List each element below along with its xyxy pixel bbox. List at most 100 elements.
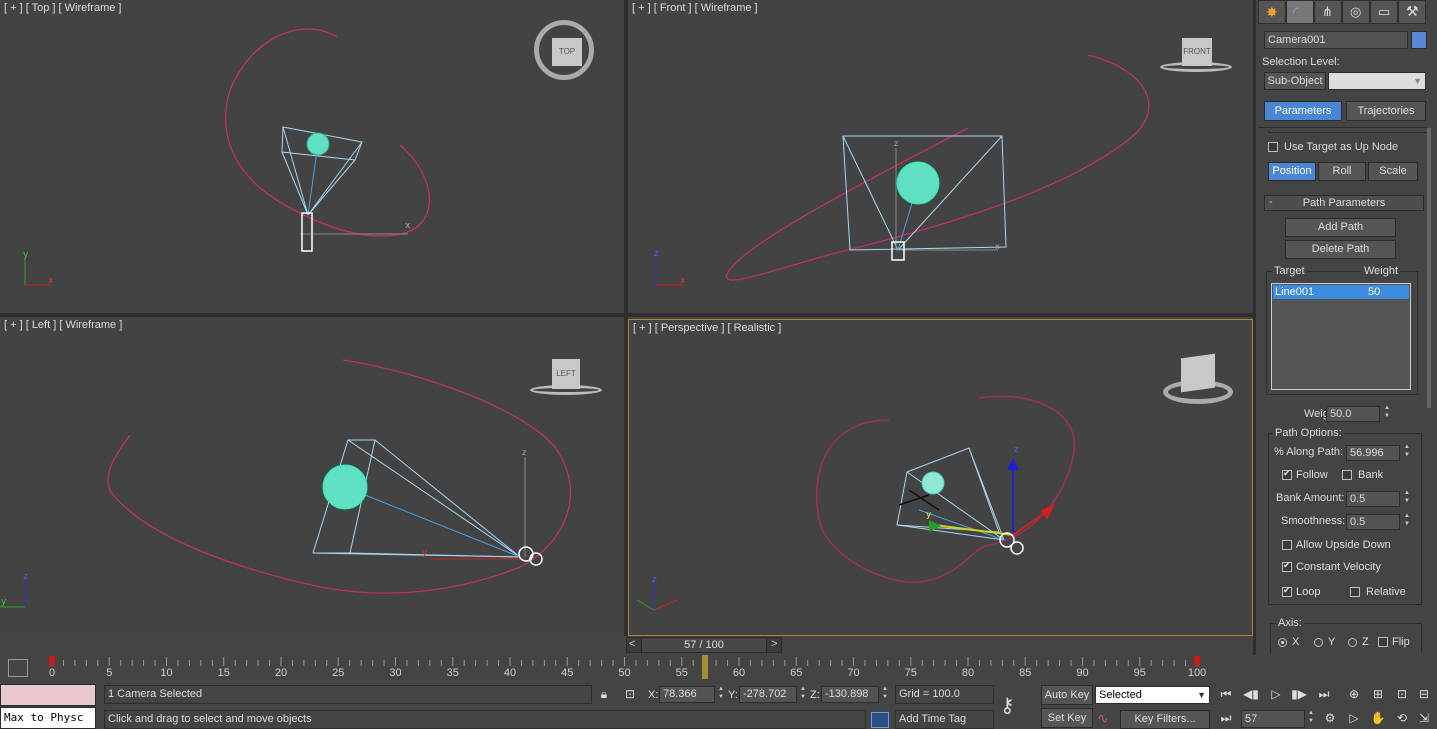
orbit-icon[interactable]: ⟲ [1394,710,1410,726]
key-icon[interactable]: ⚷ [1000,693,1036,719]
time-tag-icon[interactable] [871,712,889,728]
trackbar-key-end[interactable] [1194,656,1200,666]
viewport-top-label[interactable]: [ + ] [ Top ] [ Wireframe ] [4,2,121,14]
time-slider-next[interactable]: > [771,638,777,650]
tab-parameters[interactable]: Parameters [1264,101,1342,121]
zoom-all-icon[interactable]: ⊞ [1370,686,1386,702]
object-color-swatch[interactable] [1411,31,1427,49]
bank-checkbox[interactable] [1342,470,1352,480]
target-list[interactable]: Line001 50 [1271,283,1411,390]
create-tab-icon[interactable]: ✸ [1258,0,1286,24]
field-of-view-icon[interactable]: ▷ [1346,710,1362,726]
viewcube-face[interactable]: FRONT [1182,38,1212,66]
weight-field[interactable]: 50.0 [1326,406,1380,422]
viewcube-front[interactable]: FRONT [1158,34,1236,76]
utilities-tab-icon[interactable]: ⚒ [1398,0,1426,24]
x-coordinate-spinner[interactable] [717,686,726,702]
delete-path-button[interactable]: Delete Path [1285,240,1396,259]
viewport-divider-horizontal[interactable] [0,313,1253,317]
current-frame-field[interactable]: 57 [1241,710,1305,728]
lock-selection-icon[interactable]: 🔒︎ [596,686,612,702]
hierarchy-tab-icon[interactable]: ⋔ [1314,0,1342,24]
viewcube-face[interactable] [1181,353,1215,393]
z-coordinate-field[interactable]: -130.898 [821,686,879,703]
viewport-divider-vertical[interactable] [624,0,628,636]
panel-scrollbar[interactable] [1427,128,1431,408]
motion-tab-icon[interactable]: ◎ [1342,0,1370,24]
time-slider-thumb[interactable]: 57 / 100 [641,638,767,652]
relative-checkbox[interactable] [1350,587,1360,597]
follow-checkbox[interactable] [1282,468,1292,480]
along-path-field[interactable]: 56.996 [1346,445,1400,461]
viewcube-face[interactable]: TOP [552,38,582,66]
viewport-front[interactable]: z x z x [ + ] [ Front ] [ Wireframe ] FR… [628,0,1253,313]
play-icon[interactable]: ▷ [1268,686,1284,702]
position-button[interactable]: Position [1268,162,1316,181]
maxscript-mini-listener-pink[interactable] [0,684,96,706]
object-name-field[interactable]: Camera001 [1264,31,1408,49]
time-slider-track[interactable]: < 57 / 100 > [626,637,782,653]
smoothness-field[interactable]: 0.5 [1346,514,1400,530]
go-to-end-icon[interactable]: ⏭ [1316,686,1332,702]
maximize-viewport-icon[interactable]: ⇲ [1416,710,1432,726]
add-time-tag[interactable]: Add Time Tag [895,710,994,729]
display-tab-icon[interactable]: ▭ [1370,0,1398,24]
viewcube-top[interactable]: TOP [530,18,604,86]
zoom-extents-all-icon[interactable]: ⊟ [1416,686,1432,702]
time-slider-prev[interactable]: < [629,638,635,650]
trackbar-current-frame[interactable] [702,655,708,679]
viewcube-left[interactable]: LEFT [528,357,606,399]
trackbar[interactable]: 0 5 10 15 20 25 30 35 40 45 50 55 60 65 70 75 80 85 90 95 10… [46,655,1206,681]
set-key-button[interactable]: Set Key [1041,708,1093,728]
zoom-extents-icon[interactable]: ⊡ [1394,686,1410,702]
zoom-icon[interactable]: ⊕ [1346,686,1362,702]
list-item[interactable]: Line001 50 [1273,285,1409,299]
y-coordinate-field[interactable]: -278.702 [739,686,797,703]
curve-editor-toggle-icon[interactable] [8,659,28,677]
key-mode-toggle-icon[interactable]: ⏭ [1218,710,1234,726]
next-frame-icon[interactable]: ▮▶ [1291,686,1307,702]
key-filters-button[interactable]: Key Filters... [1120,710,1210,729]
sub-object-dropdown[interactable]: ▼ [1328,72,1426,90]
weight-spinner[interactable] [1383,405,1392,421]
viewcube-perspective[interactable] [1161,353,1237,410]
path-parameters-rollout-header[interactable]: - Path Parameters [1264,195,1424,211]
viewport-top[interactable]: x y x [ + ] [ Top ] [ Wireframe ] TOP [0,0,624,313]
tab-trajectories[interactable]: Trajectories [1346,101,1426,121]
selection-set-dropdown[interactable]: Selected ▼ [1095,686,1210,704]
viewport-left[interactable]: y z z y [ + ] [ Left ] [ Wireframe ] LEF… [0,317,624,635]
viewport-left-label[interactable]: [ + ] [ Left ] [ Wireframe ] [4,319,122,331]
z-coordinate-spinner[interactable] [881,686,890,702]
modify-tab-icon[interactable]: ◜ [1286,0,1314,24]
use-target-up-checkbox[interactable] [1268,142,1278,152]
go-to-start-icon[interactable]: ⏮ [1218,686,1234,702]
roll-button[interactable]: Roll [1318,162,1366,181]
scale-button[interactable]: Scale [1368,162,1418,181]
auto-key-button[interactable]: Auto Key [1041,685,1093,705]
bank-amount-spinner[interactable] [1403,490,1412,506]
smoothness-spinner[interactable] [1403,513,1412,529]
maxscript-mini-listener-white[interactable]: Max to Physc [0,707,96,729]
axis-x-radio[interactable] [1278,638,1287,647]
sub-object-button[interactable]: Sub-Object [1264,72,1326,90]
current-frame-spinner[interactable] [1307,710,1316,726]
trackbar-key-start[interactable] [49,656,55,666]
bank-amount-field[interactable]: 0.5 [1346,491,1400,507]
axis-y-radio[interactable] [1314,638,1323,647]
axis-z-radio[interactable] [1348,638,1357,647]
loop-checkbox[interactable] [1282,585,1292,597]
previous-frame-icon[interactable]: ◀▮ [1243,686,1259,702]
y-coordinate-spinner[interactable] [799,686,808,702]
viewcube-face[interactable]: LEFT [552,359,580,389]
viewport-perspective-label[interactable]: [ + ] [ Perspective ] [ Realistic ] [633,322,781,334]
allow-upside-down-checkbox[interactable] [1282,540,1292,550]
constant-velocity-checkbox[interactable] [1282,560,1292,572]
viewport-front-label[interactable]: [ + ] [ Front ] [ Wireframe ] [632,2,758,14]
viewport-perspective[interactable]: z y z [ + ] [ Perspective ] [ Realistic … [628,319,1253,636]
x-coordinate-field[interactable]: 78.366 [659,686,715,703]
flip-checkbox[interactable] [1378,637,1388,647]
absolute-mode-icon[interactable]: ⊡ [622,686,638,702]
add-path-button[interactable]: Add Path [1285,218,1396,237]
tangent-type-icon[interactable]: ∿ [1097,710,1117,728]
along-path-spinner[interactable] [1403,444,1412,460]
